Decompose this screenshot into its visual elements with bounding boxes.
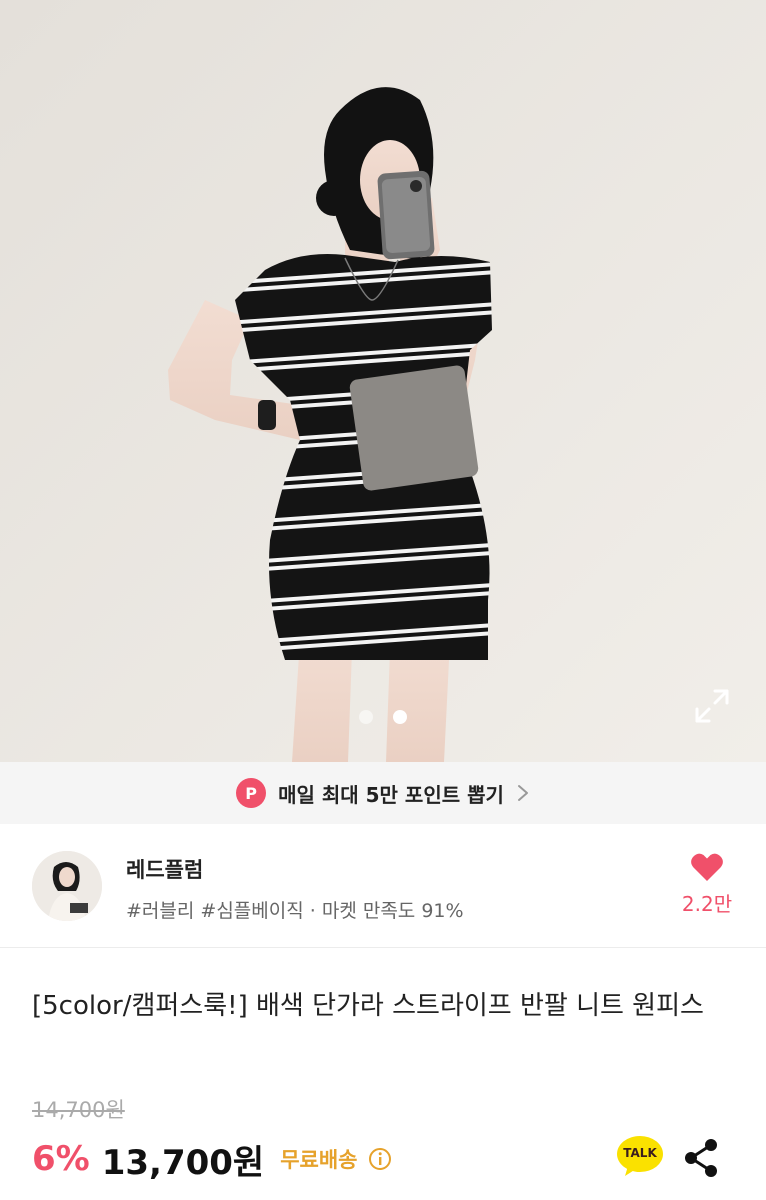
info-icon[interactable] <box>368 1147 392 1171</box>
kakao-talk-button[interactable]: TALK <box>616 1134 664 1178</box>
product-image-carousel[interactable] <box>0 0 766 762</box>
free-shipping-label: 무료배송 <box>280 1148 358 1172</box>
discount-rate: 6% <box>32 1139 90 1179</box>
shop-tags: #러블리 #심플베이직 · 마켓 만족도 91% <box>126 900 464 922</box>
points-draw-banner[interactable]: P 매일 최대 5만 포인트 뽑기 <box>0 762 766 824</box>
carousel-dot-active[interactable] <box>393 710 407 724</box>
product-page: P 매일 최대 5만 포인트 뽑기 레드플럼 #러블리 #심플베이직 · 마켓 … <box>0 0 766 1200</box>
like-button[interactable]: 2.2만 <box>674 852 740 917</box>
price-row: 6% 13,700원 무료배송 <box>32 1134 392 1184</box>
shop-info: 레드플럼 #러블리 #심플베이직 · 마켓 만족도 91% 2.2만 <box>0 824 766 948</box>
talk-label: TALK <box>623 1146 657 1160</box>
carousel-indicator <box>0 710 766 724</box>
product-title: [5color/캠퍼스룩!] 배색 단가라 스트라이프 반팔 니트 원피스 <box>32 991 704 1021</box>
expand-icon[interactable] <box>693 687 731 725</box>
heart-icon <box>691 853 723 881</box>
share-icon[interactable] <box>684 1138 720 1178</box>
points-banner-text: 매일 최대 5만 포인트 뽑기 <box>278 782 504 807</box>
shop-avatar[interactable] <box>32 851 102 921</box>
shop-name[interactable]: 레드플럼 <box>126 854 203 884</box>
carousel-dot[interactable] <box>359 710 373 724</box>
original-price: 14,700원 <box>32 1098 125 1122</box>
sale-price: 13,700원 <box>101 1142 265 1183</box>
product-photo <box>0 0 766 762</box>
points-badge-icon: P <box>236 778 267 808</box>
chevron-right-icon <box>517 785 528 801</box>
like-count: 2.2만 <box>681 892 733 916</box>
